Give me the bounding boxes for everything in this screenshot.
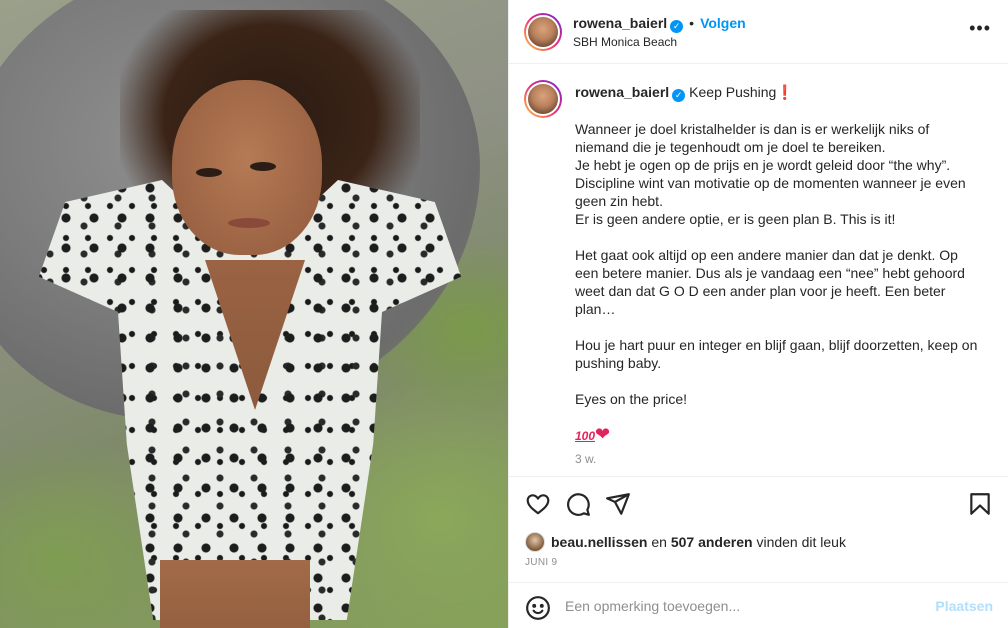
caption-avatar[interactable] [524,80,562,118]
caption-line: Het gaat ook altijd op een andere manier… [575,247,965,317]
header-author: rowena_baierl ✓ • Volgen [573,15,746,33]
red-heart-emoji: ❤ [595,424,611,444]
post-location[interactable]: SBH Monica Beach [573,35,677,49]
photo-eye-right [250,162,276,171]
caption-line: Eyes on the price! [575,391,688,407]
post-date[interactable]: JUNI 9 [525,557,557,568]
separator-dot: • [689,15,695,31]
smiley-icon[interactable] [525,595,551,621]
caption-line: Je hebt je ogen op de prijs en je wordt … [575,157,951,173]
comment-bar: Plaatsen [509,582,1008,628]
caption-username[interactable]: rowena_baierl [575,84,669,100]
share-icon[interactable] [605,491,631,517]
post-sidebar: rowena_baierl ✓ • Volgen SBH Monica Beach •… [508,0,1008,628]
verified-badge-icon: ✓ [670,20,684,33]
caption-line: Wanneer je doel kristalhelder is dan is … [575,121,930,155]
comment-input[interactable] [565,595,915,617]
photo-eye-left [196,168,222,177]
caption-area: rowena_baierl ✓ Keep Pushing❗ Wanneer je d… [509,64,1008,476]
exclamation-emoji: ❗ [776,84,794,100]
post-header: rowena_baierl ✓ • Volgen SBH Monica Beach •… [509,0,1008,64]
post-comment-button[interactable]: Plaatsen [935,598,993,614]
likes-others[interactable]: 507 anderen [671,534,753,550]
post-photo[interactable] [0,0,508,628]
likes-summary: beau.nellissen en 507 anderen vinden dit… [525,532,846,552]
caption-header: rowena_baierl ✓ Keep Pushing❗ [575,84,794,102]
comment-icon[interactable] [565,491,591,517]
caption-time-ago[interactable]: 3 w. [575,452,596,466]
likes-connector: en [651,534,667,550]
heart-icon[interactable] [525,491,551,517]
caption-line: Er is geen andere optie, er is geen plan… [575,211,896,227]
photo-lips [228,218,270,228]
likes-suffix: vinden dit leuk [756,534,846,550]
caption-title: Keep Pushing [689,84,777,100]
caption-body: Wanneer je doel kristalhelder is dan is … [575,120,985,408]
photo-face [172,80,322,255]
photo-legs [160,560,310,628]
verified-badge-icon: ✓ [672,89,686,102]
hundred-emoji: 100 [575,429,596,443]
author-avatar[interactable] [524,13,562,51]
caption-emojis: 100❤ [575,424,610,445]
follow-button[interactable]: Volgen [700,15,746,31]
more-options-icon[interactable]: ••• [969,19,991,37]
caption-line: Discipline wint van motivatie op de mome… [575,175,966,209]
action-bar [509,476,1008,528]
bookmark-icon[interactable] [967,491,993,517]
liker-username[interactable]: beau.nellissen [551,534,647,550]
liker-avatar[interactable] [525,532,545,552]
caption-line: Hou je hart puur en integer en blijf gaa… [575,337,978,371]
author-username[interactable]: rowena_baierl [573,15,667,31]
